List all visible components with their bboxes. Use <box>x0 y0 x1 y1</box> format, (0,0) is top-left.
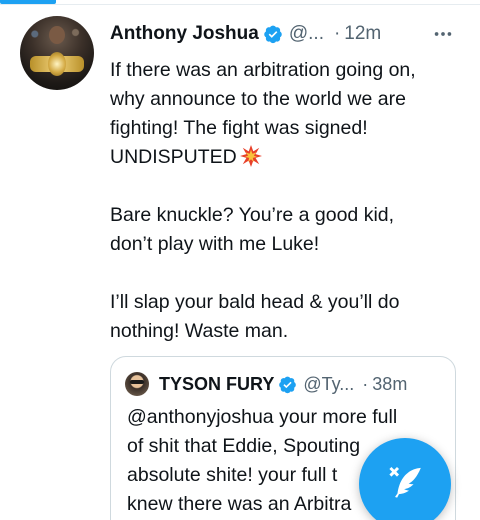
verified-badge-icon <box>263 24 283 44</box>
quoted-tweet-header: TYSON FURY @Ty... · 38m <box>125 372 408 396</box>
avatar-sunglasses <box>130 380 144 384</box>
tweet-header: Anthony Joshua @... · 12m <box>110 22 381 46</box>
tweet-text-line: I’ll slap your bald head & you’ll do <box>110 291 400 313</box>
more-options-icon[interactable] <box>430 22 456 46</box>
quoted-author-handle: @Ty... <box>303 373 355 394</box>
tweet-text: If there was an arbitration going on, wh… <box>110 56 472 346</box>
tweet-timestamp[interactable]: 12m <box>344 23 381 45</box>
quoted-header-separator: · <box>362 373 369 394</box>
tweet-text-line: UNDISPUTED <box>110 143 472 172</box>
author-avatar[interactable] <box>20 16 94 90</box>
tweet-text-line: If there was an arbitration going on, <box>110 59 416 81</box>
compose-tweet-icon <box>385 462 425 507</box>
quoted-tweet-timestamp: 38m <box>372 373 408 394</box>
author-handle[interactable]: @... <box>289 23 324 45</box>
avatar-belt-plate <box>48 52 66 76</box>
header-separator: · <box>333 23 341 44</box>
tweet-text-segment: UNDISPUTED <box>110 146 237 168</box>
quoted-author-avatar <box>125 372 149 396</box>
tweet-text-line: nothing! Waste man. <box>110 320 289 342</box>
collision-emoji-icon <box>239 145 262 167</box>
author-display-name[interactable]: Anthony Joshua <box>110 23 259 45</box>
compose-tweet-button[interactable] <box>359 438 451 520</box>
quoted-author-display-name: TYSON FURY <box>159 373 275 394</box>
avatar-head <box>49 26 65 44</box>
quoted-text-line: @anthonyjoshua your more full <box>127 406 398 428</box>
tweet-text-line: don’t play with me Luke! <box>110 233 320 255</box>
verified-badge-icon <box>278 375 297 394</box>
tweet-text-line: fighting! The fight was signed! <box>110 117 368 139</box>
tweet-text-line: Bare knuckle? You’re a good kid, <box>110 204 395 226</box>
tweet-text-line: why announce to the world we are <box>110 88 406 110</box>
